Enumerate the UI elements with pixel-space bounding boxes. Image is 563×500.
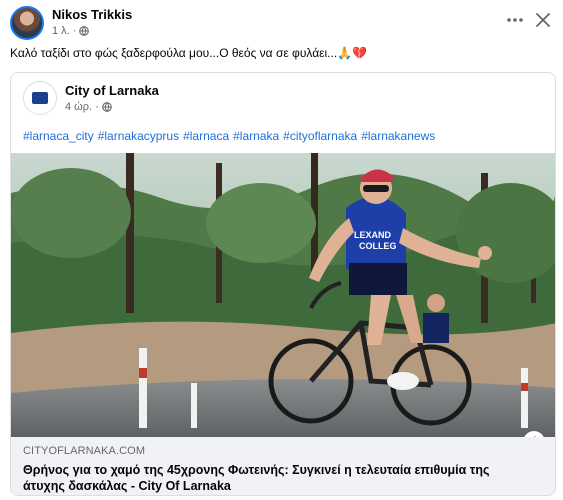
post-caption: Καλό ταξίδι στο φώς ξαδερφούλα μου...Ο θ… [10,46,368,60]
more-icon [507,18,523,22]
hashtag-link[interactable]: #larnaka [233,129,279,143]
hashtag-list: #larnaca_city #larnakacyprus #larnaca #l… [23,129,435,143]
link-preview-footer[interactable]: CITYOFLARNAKA.COM Θρήνος για το χαμό της… [11,437,555,495]
post-meta: 1 λ. · [52,25,90,37]
hashtag-link[interactable]: #cityoflarnaka [283,129,357,143]
cyclist-photo: LEXAND COLLEG [11,153,555,437]
hashtag-link[interactable]: #larnakacyprus [98,129,179,143]
author-name[interactable]: Nikos Trikkis [52,7,132,22]
hashtag-link[interactable]: #larnaca_city [23,129,94,143]
link-title[interactable]: Θρήνος για το χαμό της 45χρονης Φωτεινής… [23,462,533,494]
svg-text:LEXAND: LEXAND [354,230,392,240]
meta-separator: · [95,101,99,113]
more-options-button[interactable] [503,10,527,30]
close-button[interactable] [531,8,555,32]
author-avatar[interactable] [10,6,44,40]
link-preview-image[interactable]: LEXAND COLLEG i [11,153,555,437]
page-logo[interactable] [23,81,57,115]
post-header: Nikos Trikkis 1 λ. · [10,4,555,40]
link-domain: CITYOFLARNAKA.COM [23,445,146,457]
globe-icon [101,102,112,112]
svg-text:COLLEG: COLLEG [359,241,397,251]
shared-post-meta: 4 ώρ. · [65,101,112,113]
shared-post[interactable]: City of Larnaka 4 ώρ. · #larnaca_city #l… [10,72,556,496]
shared-post-time[interactable]: 4 ώρ. [65,101,92,113]
close-icon [536,13,550,27]
shared-post-header: City of Larnaka 4 ώρ. · [23,81,543,121]
globe-icon [79,26,90,36]
hashtag-link[interactable]: #larnakanews [361,129,435,143]
meta-separator: · [72,25,77,37]
post-time[interactable]: 1 λ. [52,25,70,37]
hashtag-link[interactable]: #larnaca [183,129,229,143]
page-name[interactable]: City of Larnaka [65,83,159,98]
